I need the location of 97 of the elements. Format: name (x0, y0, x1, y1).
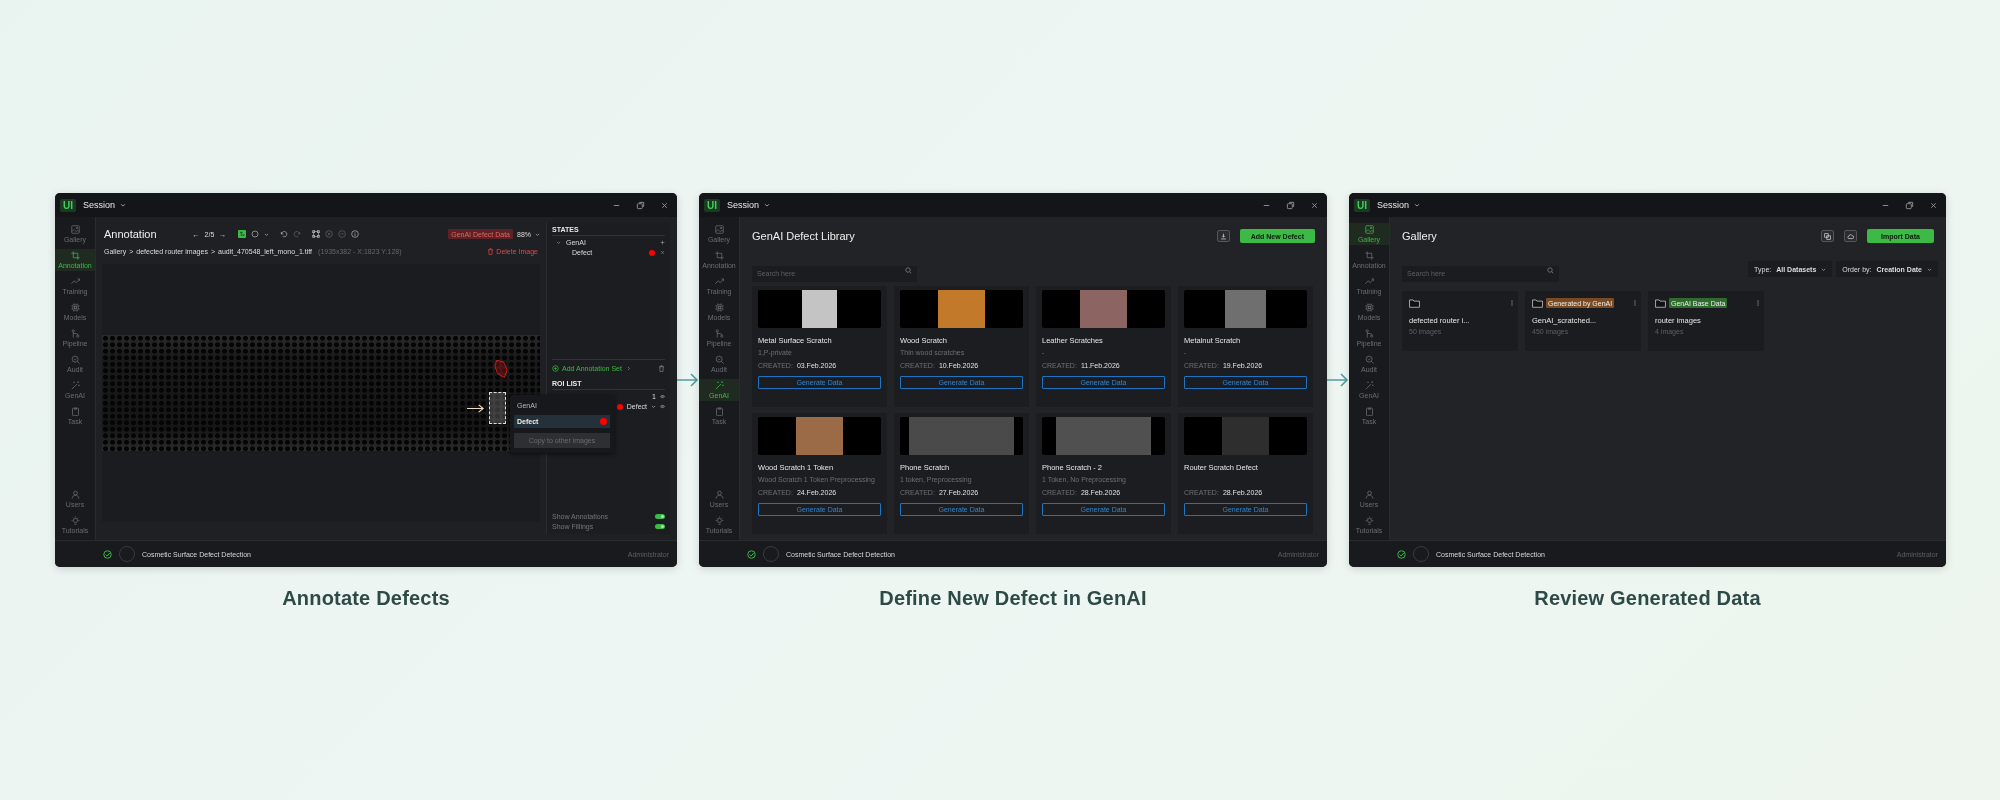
cloud-button[interactable] (1844, 230, 1858, 242)
photo-placeholder (1080, 290, 1127, 328)
folder-icon (1532, 298, 1543, 308)
circle-tool-icon[interactable] (251, 230, 260, 238)
lightbulb-icon (70, 516, 80, 525)
chip-icon (714, 303, 724, 312)
app-logo: UI (60, 198, 76, 212)
copy-button[interactable] (1821, 230, 1835, 242)
arrow-icon (467, 404, 485, 413)
app-logo: UI (704, 198, 720, 212)
branch-icon (714, 329, 724, 338)
photo-placeholder (796, 417, 843, 455)
copy-icon (1824, 232, 1832, 240)
chip-icon (70, 303, 80, 312)
magnifier-icon (1364, 355, 1374, 364)
check-circle-icon (103, 549, 112, 559)
flow-arrow (677, 373, 699, 387)
toggle-switch[interactable] (655, 524, 665, 529)
restore-icon[interactable] (636, 200, 645, 210)
wand-icon (714, 381, 724, 390)
close-icon[interactable] (1310, 200, 1319, 210)
restore-icon[interactable] (1905, 200, 1914, 210)
check-circle-icon (747, 549, 756, 559)
screen-caption: Review Generated Data (1534, 587, 1761, 610)
flow-arrow (1327, 373, 1349, 387)
plus-icon[interactable] (660, 240, 665, 245)
caret-icon (1821, 266, 1827, 272)
lightbulb-icon (1364, 516, 1374, 525)
eye-icon[interactable] (660, 404, 665, 409)
magnifier-icon (714, 355, 724, 364)
wand-icon (70, 381, 80, 390)
trend-line-icon (70, 277, 80, 286)
trend-line-icon (714, 277, 724, 286)
close-icon[interactable] (660, 250, 665, 255)
caret-icon (264, 231, 270, 237)
eye-icon[interactable] (660, 394, 665, 399)
session-dropdown[interactable]: Session (1377, 200, 1421, 210)
chip-icon (1364, 303, 1374, 312)
crop-icon (714, 251, 724, 260)
trash-icon (487, 248, 495, 255)
plus-circle-icon (552, 365, 559, 372)
image-icon (70, 225, 80, 234)
caret-icon (651, 404, 656, 409)
trend-line-icon (1364, 277, 1374, 286)
caret-icon (764, 202, 771, 208)
photo-placeholder (938, 290, 985, 328)
image-icon (714, 225, 724, 234)
clipboard-icon (714, 407, 724, 416)
info-icon[interactable] (351, 230, 360, 238)
session-dropdown[interactable]: Session (83, 200, 127, 210)
photo-placeholder (802, 290, 837, 328)
undo-icon[interactable] (280, 230, 289, 238)
photo-placeholder (1222, 417, 1269, 455)
clipboard-icon (70, 407, 80, 416)
restore-icon[interactable] (1286, 200, 1295, 210)
close-icon[interactable] (1929, 200, 1938, 210)
magnifier-icon (70, 355, 80, 364)
page-title: Gallery (1402, 230, 1437, 242)
caret-icon (535, 231, 540, 237)
page-title: Annotation (104, 228, 157, 240)
check-circle-icon (1397, 549, 1406, 559)
caret-icon[interactable] (556, 240, 561, 245)
crop-icon (70, 251, 80, 260)
page-title: GenAI Defect Library (752, 230, 855, 242)
user-icon (714, 490, 724, 499)
app-logo: UI (1354, 198, 1370, 212)
selection-box[interactable] (489, 392, 506, 424)
folder-icon (1409, 298, 1420, 308)
user-icon (70, 490, 80, 499)
wand-icon (1364, 381, 1374, 390)
session-dropdown[interactable]: Session (727, 200, 771, 210)
toggle-switch[interactable] (655, 514, 665, 519)
image-icon (1364, 225, 1374, 234)
annotation-polygon[interactable] (494, 359, 508, 379)
bounding-box-icon[interactable] (312, 230, 321, 238)
screen-caption: Define New Defect in GenAI (879, 587, 1147, 610)
cloud-icon (1847, 232, 1855, 240)
photo-placeholder (1224, 290, 1267, 328)
caret-icon (1414, 202, 1421, 208)
chevron-right-icon[interactable] (625, 366, 631, 371)
screen-caption: Annotate Defects (282, 587, 450, 610)
download-button[interactable] (1216, 230, 1230, 242)
caret-icon (120, 202, 127, 208)
branch-icon (1364, 329, 1374, 338)
folder-icon (1655, 298, 1666, 308)
tag-tool-icon[interactable] (238, 230, 247, 238)
branch-icon (70, 329, 80, 338)
clipboard-icon (1364, 407, 1374, 416)
user-icon (1364, 490, 1374, 499)
trash-icon[interactable] (658, 365, 665, 372)
close-icon[interactable] (660, 200, 669, 210)
search-icon (905, 266, 912, 274)
lightbulb-icon (714, 516, 724, 525)
caret-icon (1927, 266, 1932, 272)
search-icon (1547, 266, 1554, 274)
download-icon (1219, 232, 1227, 240)
crop-icon (1364, 251, 1374, 260)
